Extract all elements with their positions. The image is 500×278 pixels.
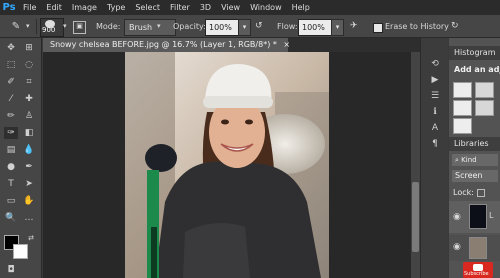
menu-select[interactable]: Select: [130, 0, 165, 15]
adjustments-heading: Add an adj: [454, 65, 500, 74]
document-tab-title: Snowy chelsea BEFORE.jpg @ 16.7% (Layer …: [50, 40, 277, 49]
opacity-label: Opacity:: [173, 22, 206, 31]
pressure-opacity-icon[interactable]: ↺: [255, 19, 267, 34]
scrollbar-thumb[interactable]: [412, 182, 419, 252]
subscribe-label: Subscribe: [464, 271, 489, 277]
history-brush-tool-icon[interactable]: ✑: [4, 127, 18, 139]
brush-preset-picker[interactable]: 900: [40, 18, 64, 37]
properties-panel-icon[interactable]: ☰: [429, 90, 441, 101]
type-tool-icon[interactable]: T: [4, 178, 18, 190]
actions-panel-icon[interactable]: ▶: [429, 74, 441, 85]
chevron-down-icon[interactable]: ▾: [63, 19, 67, 34]
menu-window[interactable]: Window: [245, 0, 287, 15]
mode-label: Mode:: [96, 22, 121, 31]
swap-colors-icon[interactable]: ⇄: [24, 232, 38, 244]
move-tool-icon[interactable]: ✥: [4, 42, 18, 54]
background-color-swatch[interactable]: [13, 244, 28, 259]
blend-mode-dropdown[interactable]: Screen: [452, 170, 498, 182]
history-panel-icon[interactable]: ⟲: [429, 58, 441, 69]
lock-label: Lock:: [453, 188, 474, 197]
brush-size-value: 900: [42, 26, 56, 34]
menu-view[interactable]: View: [216, 0, 245, 15]
layer-row[interactable]: ◉: [449, 235, 500, 261]
kind-label: Kind: [461, 156, 477, 164]
eraser-icon[interactable]: ✎: [6, 19, 26, 34]
lock-transparency-icon[interactable]: [477, 189, 485, 197]
erase-history-label: Erase to History: [385, 22, 449, 31]
erase-history-checkbox[interactable]: [373, 23, 383, 33]
clone-stamp-tool-icon[interactable]: ♙: [22, 110, 36, 122]
menu-type[interactable]: Type: [102, 0, 130, 15]
separator: [36, 19, 37, 34]
subscribe-badge[interactable]: Subscribe: [463, 262, 493, 278]
canvas-area[interactable]: [43, 52, 411, 278]
paragraph-panel-icon[interactable]: ¶: [429, 138, 441, 149]
menu-3d[interactable]: 3D: [195, 0, 216, 15]
more-tools-icon[interactable]: …: [22, 212, 36, 224]
crop-tool-icon[interactable]: ⌗: [22, 76, 36, 88]
blur-tool-icon[interactable]: 💧: [22, 144, 36, 156]
layer-row[interactable]: ◉ L: [449, 201, 500, 233]
pressure-size-icon[interactable]: ↻: [451, 19, 465, 34]
chevron-down-icon[interactable]: ▾: [157, 19, 161, 34]
quick-select-tool-icon[interactable]: ✐: [4, 76, 18, 88]
healing-brush-tool-icon[interactable]: ✚: [22, 93, 36, 105]
photoshop-logo: Ps: [2, 2, 16, 13]
levels-adjustment-icon[interactable]: [475, 82, 494, 98]
menu-bar: Ps File Edit Image Type Select Filter 3D…: [0, 0, 500, 15]
right-panels: Histogram Add an adj Libraries ⌕ Kind Sc…: [449, 38, 500, 278]
panel-dock: ⟲ ▶ ☰ ℹ A ¶: [420, 38, 448, 278]
visibility-eye-icon[interactable]: ◉: [453, 242, 461, 252]
menu-file[interactable]: File: [18, 0, 41, 15]
character-panel-icon[interactable]: A: [429, 122, 441, 133]
artboard-tool-icon[interactable]: ⊞: [22, 42, 36, 54]
path-select-tool-icon[interactable]: ➤: [22, 178, 36, 190]
quick-mask-icon[interactable]: ◘: [4, 264, 18, 276]
document-tab-bar: Snowy chelsea BEFORE.jpg @ 16.7% (Layer …: [43, 38, 448, 52]
zoom-tool-icon[interactable]: 🔍: [4, 212, 18, 224]
hand-tool-icon[interactable]: ✋: [22, 195, 36, 207]
mode-dropdown[interactable]: Brush: [124, 19, 176, 36]
visibility-eye-icon[interactable]: ◉: [453, 212, 461, 222]
vertical-scrollbar[interactable]: [411, 52, 420, 278]
layer-thumbnail: [469, 237, 487, 259]
eyedropper-tool-icon[interactable]: ⁄: [4, 93, 18, 105]
dodge-tool-icon[interactable]: ●: [4, 161, 18, 173]
tools-panel: ✥ ⊞ ⬚ ◌ ✐ ⌗ ⁄ ✚ ✏ ♙ ✑ ◧ ▤ 💧 ● ✒ T ➤ ▭ ✋ …: [0, 38, 42, 278]
eraser-tool-icon[interactable]: ◧: [22, 127, 36, 139]
gradient-tool-icon[interactable]: ▤: [4, 144, 18, 156]
menu-image[interactable]: Image: [67, 0, 102, 15]
layer-thumbnail: [469, 204, 487, 229]
brightness-adjustment-icon[interactable]: [453, 82, 472, 98]
menu-help[interactable]: Help: [287, 0, 315, 15]
info-panel-icon[interactable]: ℹ: [429, 106, 441, 117]
menu-edit[interactable]: Edit: [41, 0, 67, 15]
libraries-tab[interactable]: Libraries: [449, 137, 500, 151]
exposure-adjustment-icon[interactable]: [475, 100, 494, 116]
histogram-tab[interactable]: Histogram: [449, 46, 500, 60]
airbrush-icon[interactable]: ✈: [350, 19, 364, 34]
pen-tool-icon[interactable]: ✒: [22, 161, 36, 173]
chevron-down-icon[interactable]: ▾: [26, 19, 30, 34]
layer-name: L: [489, 211, 494, 220]
opacity-slider-button[interactable]: ▾: [238, 19, 251, 36]
close-tab-icon[interactable]: ×: [283, 40, 290, 49]
shape-tool-icon[interactable]: ▭: [4, 195, 18, 207]
flow-slider-button[interactable]: ▾: [331, 19, 344, 36]
portrait-photo-image: [125, 52, 329, 278]
play-icon: [473, 264, 483, 271]
brush-tool-icon[interactable]: ✏: [4, 110, 18, 122]
curves-adjustment-icon[interactable]: [453, 100, 472, 116]
layer-filter-kind[interactable]: ⌕ Kind: [452, 154, 498, 166]
document-photo[interactable]: [125, 52, 329, 278]
vibrance-adjustment-icon[interactable]: [453, 118, 472, 134]
document-tab[interactable]: Snowy chelsea BEFORE.jpg @ 16.7% (Layer …: [43, 38, 290, 52]
lasso-tool-icon[interactable]: ◌: [22, 59, 36, 71]
marquee-tool-icon[interactable]: ⬚: [4, 59, 18, 71]
options-bar: ✎ ▾ 900 ▾ ▣ Mode: Brush ▾ Opacity: 100% …: [0, 15, 500, 38]
brush-panel-icon[interactable]: ▣: [73, 21, 86, 34]
menu-filter[interactable]: Filter: [165, 0, 195, 15]
flow-label: Flow:: [277, 22, 298, 31]
